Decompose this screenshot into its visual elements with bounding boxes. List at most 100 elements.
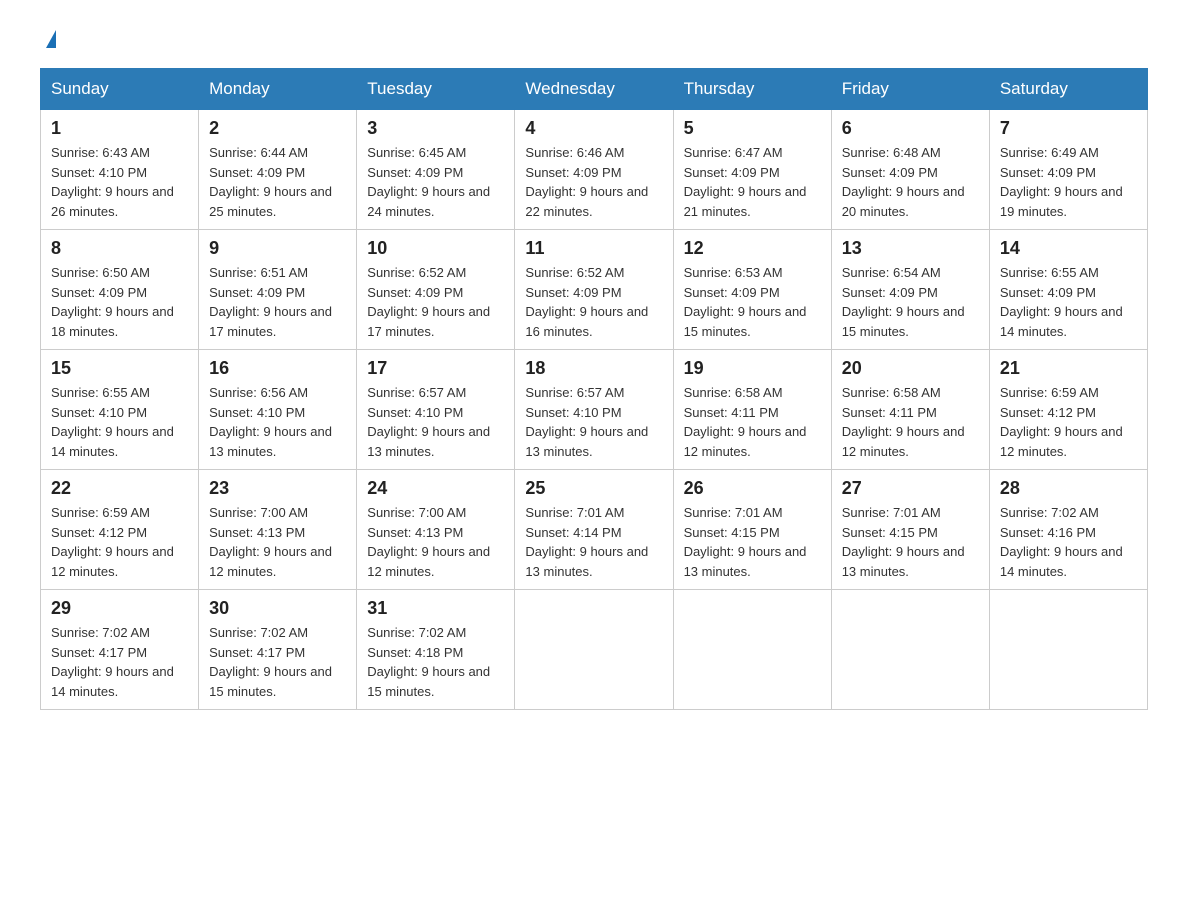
calendar-cell: 3 Sunrise: 6:45 AMSunset: 4:09 PMDayligh… — [357, 110, 515, 230]
day-info: Sunrise: 6:51 AMSunset: 4:09 PMDaylight:… — [209, 265, 332, 339]
calendar-cell: 6 Sunrise: 6:48 AMSunset: 4:09 PMDayligh… — [831, 110, 989, 230]
page-header — [40, 30, 1148, 48]
calendar-cell: 27 Sunrise: 7:01 AMSunset: 4:15 PMDaylig… — [831, 470, 989, 590]
calendar-cell — [831, 590, 989, 710]
day-info: Sunrise: 6:43 AMSunset: 4:10 PMDaylight:… — [51, 145, 174, 219]
calendar-cell: 29 Sunrise: 7:02 AMSunset: 4:17 PMDaylig… — [41, 590, 199, 710]
day-info: Sunrise: 7:00 AMSunset: 4:13 PMDaylight:… — [367, 505, 490, 579]
calendar-cell: 24 Sunrise: 7:00 AMSunset: 4:13 PMDaylig… — [357, 470, 515, 590]
calendar-weekday-monday: Monday — [199, 69, 357, 110]
day-number: 5 — [684, 118, 821, 139]
day-number: 15 — [51, 358, 188, 379]
day-number: 20 — [842, 358, 979, 379]
day-number: 13 — [842, 238, 979, 259]
day-info: Sunrise: 7:01 AMSunset: 4:15 PMDaylight:… — [842, 505, 965, 579]
day-info: Sunrise: 7:02 AMSunset: 4:16 PMDaylight:… — [1000, 505, 1123, 579]
day-number: 2 — [209, 118, 346, 139]
day-number: 3 — [367, 118, 504, 139]
day-info: Sunrise: 6:59 AMSunset: 4:12 PMDaylight:… — [1000, 385, 1123, 459]
day-info: Sunrise: 7:01 AMSunset: 4:15 PMDaylight:… — [684, 505, 807, 579]
day-number: 11 — [525, 238, 662, 259]
calendar-cell: 23 Sunrise: 7:00 AMSunset: 4:13 PMDaylig… — [199, 470, 357, 590]
calendar-cell: 13 Sunrise: 6:54 AMSunset: 4:09 PMDaylig… — [831, 230, 989, 350]
day-number: 7 — [1000, 118, 1137, 139]
calendar-cell: 22 Sunrise: 6:59 AMSunset: 4:12 PMDaylig… — [41, 470, 199, 590]
calendar-cell: 26 Sunrise: 7:01 AMSunset: 4:15 PMDaylig… — [673, 470, 831, 590]
day-number: 23 — [209, 478, 346, 499]
day-info: Sunrise: 6:47 AMSunset: 4:09 PMDaylight:… — [684, 145, 807, 219]
day-info: Sunrise: 6:44 AMSunset: 4:09 PMDaylight:… — [209, 145, 332, 219]
logo — [40, 30, 56, 48]
day-number: 25 — [525, 478, 662, 499]
day-info: Sunrise: 7:01 AMSunset: 4:14 PMDaylight:… — [525, 505, 648, 579]
calendar-weekday-saturday: Saturday — [989, 69, 1147, 110]
day-info: Sunrise: 6:50 AMSunset: 4:09 PMDaylight:… — [51, 265, 174, 339]
calendar-cell: 14 Sunrise: 6:55 AMSunset: 4:09 PMDaylig… — [989, 230, 1147, 350]
calendar-weekday-tuesday: Tuesday — [357, 69, 515, 110]
day-info: Sunrise: 6:53 AMSunset: 4:09 PMDaylight:… — [684, 265, 807, 339]
calendar-weekday-sunday: Sunday — [41, 69, 199, 110]
day-info: Sunrise: 6:54 AMSunset: 4:09 PMDaylight:… — [842, 265, 965, 339]
calendar-table: SundayMondayTuesdayWednesdayThursdayFrid… — [40, 68, 1148, 710]
calendar-cell: 21 Sunrise: 6:59 AMSunset: 4:12 PMDaylig… — [989, 350, 1147, 470]
day-number: 6 — [842, 118, 979, 139]
day-info: Sunrise: 6:59 AMSunset: 4:12 PMDaylight:… — [51, 505, 174, 579]
logo-triangle-icon — [46, 30, 56, 48]
day-info: Sunrise: 6:57 AMSunset: 4:10 PMDaylight:… — [367, 385, 490, 459]
calendar-cell: 7 Sunrise: 6:49 AMSunset: 4:09 PMDayligh… — [989, 110, 1147, 230]
calendar-cell: 9 Sunrise: 6:51 AMSunset: 4:09 PMDayligh… — [199, 230, 357, 350]
day-info: Sunrise: 7:00 AMSunset: 4:13 PMDaylight:… — [209, 505, 332, 579]
day-number: 28 — [1000, 478, 1137, 499]
day-number: 8 — [51, 238, 188, 259]
calendar-cell — [989, 590, 1147, 710]
day-info: Sunrise: 6:49 AMSunset: 4:09 PMDaylight:… — [1000, 145, 1123, 219]
calendar-cell: 8 Sunrise: 6:50 AMSunset: 4:09 PMDayligh… — [41, 230, 199, 350]
calendar-cell: 18 Sunrise: 6:57 AMSunset: 4:10 PMDaylig… — [515, 350, 673, 470]
day-info: Sunrise: 6:55 AMSunset: 4:10 PMDaylight:… — [51, 385, 174, 459]
day-number: 4 — [525, 118, 662, 139]
day-info: Sunrise: 6:46 AMSunset: 4:09 PMDaylight:… — [525, 145, 648, 219]
day-info: Sunrise: 7:02 AMSunset: 4:18 PMDaylight:… — [367, 625, 490, 699]
day-number: 14 — [1000, 238, 1137, 259]
day-number: 31 — [367, 598, 504, 619]
calendar-cell: 4 Sunrise: 6:46 AMSunset: 4:09 PMDayligh… — [515, 110, 673, 230]
calendar-cell: 25 Sunrise: 7:01 AMSunset: 4:14 PMDaylig… — [515, 470, 673, 590]
calendar-week-row: 8 Sunrise: 6:50 AMSunset: 4:09 PMDayligh… — [41, 230, 1148, 350]
day-info: Sunrise: 6:56 AMSunset: 4:10 PMDaylight:… — [209, 385, 332, 459]
calendar-cell — [515, 590, 673, 710]
calendar-header: SundayMondayTuesdayWednesdayThursdayFrid… — [41, 69, 1148, 110]
calendar-cell: 28 Sunrise: 7:02 AMSunset: 4:16 PMDaylig… — [989, 470, 1147, 590]
calendar-week-row: 22 Sunrise: 6:59 AMSunset: 4:12 PMDaylig… — [41, 470, 1148, 590]
day-info: Sunrise: 6:52 AMSunset: 4:09 PMDaylight:… — [367, 265, 490, 339]
day-number: 18 — [525, 358, 662, 379]
calendar-cell: 31 Sunrise: 7:02 AMSunset: 4:18 PMDaylig… — [357, 590, 515, 710]
calendar-cell: 11 Sunrise: 6:52 AMSunset: 4:09 PMDaylig… — [515, 230, 673, 350]
day-info: Sunrise: 6:55 AMSunset: 4:09 PMDaylight:… — [1000, 265, 1123, 339]
calendar-week-row: 15 Sunrise: 6:55 AMSunset: 4:10 PMDaylig… — [41, 350, 1148, 470]
day-info: Sunrise: 6:48 AMSunset: 4:09 PMDaylight:… — [842, 145, 965, 219]
calendar-cell: 17 Sunrise: 6:57 AMSunset: 4:10 PMDaylig… — [357, 350, 515, 470]
calendar-cell: 15 Sunrise: 6:55 AMSunset: 4:10 PMDaylig… — [41, 350, 199, 470]
calendar-weekday-wednesday: Wednesday — [515, 69, 673, 110]
calendar-cell: 30 Sunrise: 7:02 AMSunset: 4:17 PMDaylig… — [199, 590, 357, 710]
day-info: Sunrise: 6:58 AMSunset: 4:11 PMDaylight:… — [842, 385, 965, 459]
day-info: Sunrise: 6:58 AMSunset: 4:11 PMDaylight:… — [684, 385, 807, 459]
calendar-cell: 16 Sunrise: 6:56 AMSunset: 4:10 PMDaylig… — [199, 350, 357, 470]
day-number: 26 — [684, 478, 821, 499]
day-number: 1 — [51, 118, 188, 139]
day-number: 17 — [367, 358, 504, 379]
day-info: Sunrise: 7:02 AMSunset: 4:17 PMDaylight:… — [51, 625, 174, 699]
day-number: 12 — [684, 238, 821, 259]
day-number: 22 — [51, 478, 188, 499]
calendar-week-row: 1 Sunrise: 6:43 AMSunset: 4:10 PMDayligh… — [41, 110, 1148, 230]
calendar-cell: 5 Sunrise: 6:47 AMSunset: 4:09 PMDayligh… — [673, 110, 831, 230]
calendar-cell: 12 Sunrise: 6:53 AMSunset: 4:09 PMDaylig… — [673, 230, 831, 350]
calendar-weekday-thursday: Thursday — [673, 69, 831, 110]
calendar-weekday-friday: Friday — [831, 69, 989, 110]
calendar-cell: 10 Sunrise: 6:52 AMSunset: 4:09 PMDaylig… — [357, 230, 515, 350]
day-info: Sunrise: 7:02 AMSunset: 4:17 PMDaylight:… — [209, 625, 332, 699]
day-number: 19 — [684, 358, 821, 379]
logo-blue-text — [40, 30, 56, 48]
day-info: Sunrise: 6:52 AMSunset: 4:09 PMDaylight:… — [525, 265, 648, 339]
day-number: 9 — [209, 238, 346, 259]
